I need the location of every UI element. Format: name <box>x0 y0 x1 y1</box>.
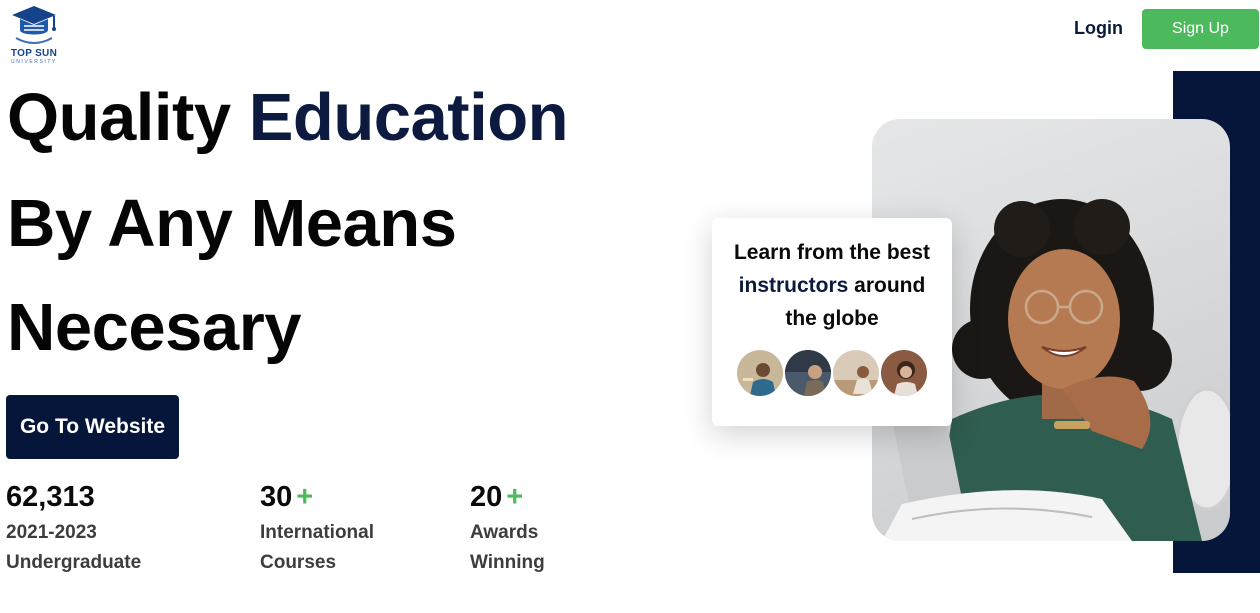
card-line-2: instructors around <box>730 269 934 302</box>
instructors-card: Learn from the best instructors around t… <box>712 218 952 426</box>
stat-label-line-1: Awards <box>470 522 539 543</box>
stat-label-line-1: International <box>260 522 375 543</box>
card-line-1: Learn from the best <box>733 241 931 264</box>
instructors-card-text: Learn from the best instructors around t… <box>712 236 952 335</box>
hero-line-1-accent: Education <box>248 80 569 155</box>
stat-label: 2021-2023 Undergraduate <box>6 518 141 578</box>
stat-plus: + <box>296 481 314 513</box>
stat-number: 30 <box>260 481 293 513</box>
hero-line-3: Necesary <box>7 290 302 365</box>
hero-line-2: By Any Means <box>7 186 457 261</box>
signup-button[interactable]: Sign Up <box>1142 9 1259 49</box>
stat-label-line-2: Courses <box>260 552 337 573</box>
instructor-avatar-1[interactable] <box>735 348 785 398</box>
site-logo[interactable]: TOP SUN UNIVERSITY <box>6 2 62 66</box>
stat-label-line-2: Undergraduate <box>6 552 142 573</box>
stat-courses: 30 + International Courses <box>260 480 374 578</box>
landing-page: TOP SUN UNIVERSITY Login Sign Up Quality… <box>0 0 1260 613</box>
stat-label-line-1: 2021-2023 <box>6 522 97 543</box>
login-link[interactable]: Login <box>1074 18 1123 39</box>
stat-plus: + <box>506 481 524 513</box>
card-line-3: the globe <box>785 307 879 330</box>
instructor-avatar-3[interactable] <box>831 348 881 398</box>
stat-undergraduate: 62,313 2021-2023 Undergraduate <box>6 480 141 578</box>
stat-value: 62,313 <box>6 480 141 514</box>
go-to-website-button[interactable]: Go To Website <box>6 395 179 459</box>
graduation-cap-icon <box>12 6 56 44</box>
instructor-avatars <box>735 348 931 398</box>
stat-value: 30 + <box>260 480 374 514</box>
stat-number: 20 <box>470 481 503 513</box>
hero-line-1: Quality Education <box>7 84 569 151</box>
stat-label: International Courses <box>260 518 374 578</box>
logo-title: TOP SUN <box>10 48 58 59</box>
stat-label: Awards Winning <box>470 518 545 578</box>
stat-number: 62,313 <box>6 481 95 513</box>
logo-subtitle: UNIVERSITY <box>10 59 57 65</box>
card-line-2-accent: instructors <box>738 274 849 297</box>
instructor-avatar-2[interactable] <box>783 348 833 398</box>
hero-line-1-plain: Quality <box>7 80 249 155</box>
card-line-2-plain: around <box>848 274 926 297</box>
stat-awards: 20 + Awards Winning <box>470 480 545 578</box>
instructor-avatar-4[interactable] <box>879 348 929 398</box>
stat-value: 20 + <box>470 480 545 514</box>
stat-label-line-2: Winning <box>470 552 545 573</box>
